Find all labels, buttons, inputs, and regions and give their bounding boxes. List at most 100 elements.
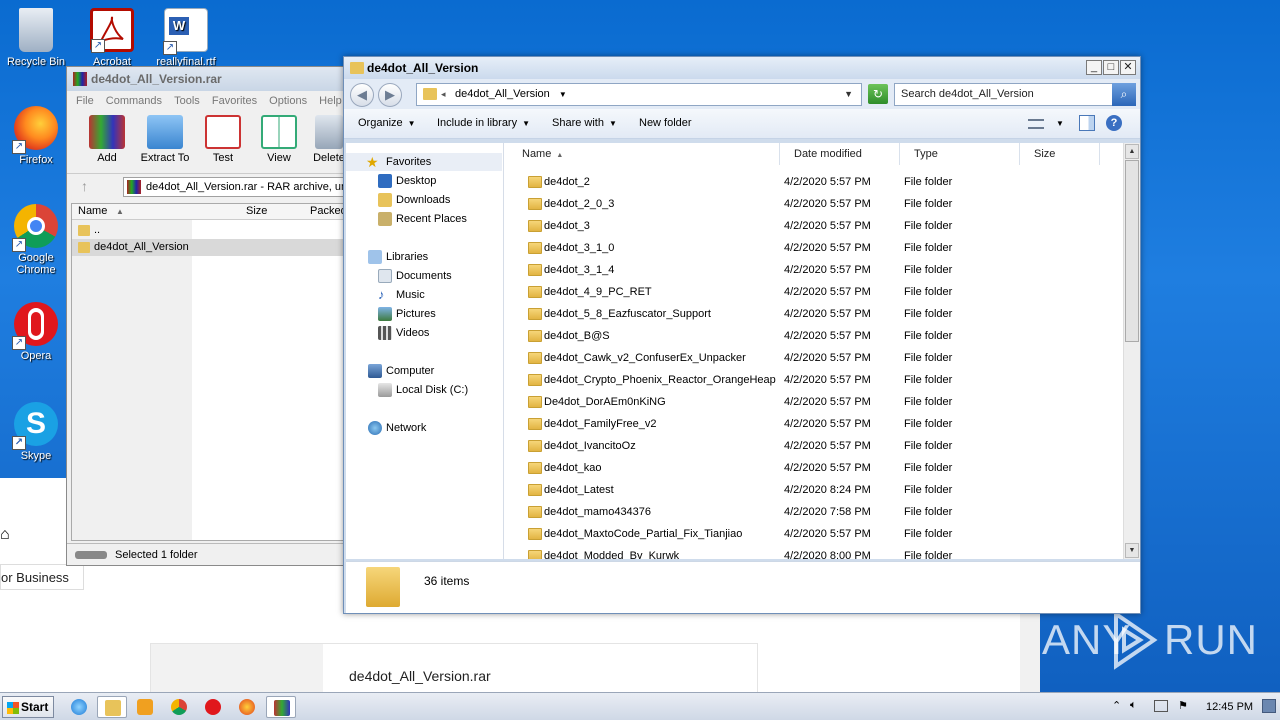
- scroll-down-arrow-icon[interactable]: ▼: [1125, 543, 1139, 558]
- column-header-type[interactable]: Type: [900, 143, 1020, 165]
- file-row[interactable]: de4dot_kao 4/2/2020 5:57 PM File folder: [522, 457, 1122, 479]
- taskbar-firefox[interactable]: [232, 696, 262, 718]
- file-row[interactable]: de4dot_2_0_3 4/2/2020 5:57 PM File folder: [522, 193, 1122, 215]
- file-row[interactable]: de4dot_MaxtoCode_Partial_Fix_Tianjiao 4/2…: [522, 523, 1122, 545]
- menu-help[interactable]: Help: [319, 91, 342, 111]
- menu-favorites[interactable]: Favorites: [212, 91, 257, 111]
- action-center-flag-icon[interactable]: ⚑: [1178, 699, 1188, 712]
- test-button[interactable]: Test: [195, 115, 251, 164]
- explorer-window[interactable]: de4dot_All_Version _ □ ✕ ◀ ▶ ◂ de4dot_All_…: [343, 56, 1141, 614]
- menu-tools[interactable]: Tools: [174, 91, 200, 111]
- nav-documents[interactable]: Documents: [378, 267, 452, 285]
- file-row[interactable]: de4dot_Latest 4/2/2020 8:24 PM File folder: [522, 479, 1122, 501]
- file-row[interactable]: de4dot_5_8_Eazfuscator_Support 4/2/2020 5…: [522, 303, 1122, 325]
- nav-network[interactable]: Network: [368, 419, 426, 437]
- chevron-right-icon[interactable]: ◂: [441, 84, 446, 105]
- nav-pictures[interactable]: Pictures: [378, 305, 436, 323]
- view-options-icon[interactable]: [1028, 119, 1044, 129]
- menu-options[interactable]: Options: [269, 91, 307, 111]
- nav-computer[interactable]: Computer: [368, 362, 434, 380]
- column-header-name[interactable]: Name ▲: [508, 143, 780, 165]
- nav-music[interactable]: ♪ Music: [378, 286, 425, 304]
- home-icon[interactable]: ⌂: [0, 526, 10, 544]
- taskbar-opera[interactable]: [198, 696, 228, 718]
- file-list-pane[interactable]: Name ▲ Date modified Type Size de4dot_2 4/…: [508, 143, 1140, 559]
- column-header-date[interactable]: Date modified: [780, 143, 900, 165]
- system-clock[interactable]: 12:45 PM: [1206, 701, 1253, 713]
- forward-button[interactable]: ▶: [378, 83, 402, 107]
- search-icon[interactable]: ⌕: [1112, 83, 1136, 106]
- taskbar-winrar[interactable]: [266, 696, 296, 718]
- file-row[interactable]: de4dot_3_1_0 4/2/2020 5:57 PM File folder: [522, 237, 1122, 259]
- refresh-button[interactable]: ↻: [868, 84, 888, 104]
- file-row[interactable]: de4dot_3 4/2/2020 5:57 PM File folder: [522, 215, 1122, 237]
- new-folder-button[interactable]: New folder: [639, 117, 692, 129]
- volume-icon[interactable]: 🔈︎: [1130, 699, 1137, 712]
- business-link[interactable]: or Business: [0, 564, 84, 590]
- show-desktop-button[interactable]: [1262, 699, 1276, 713]
- view-button[interactable]: View: [251, 115, 307, 164]
- desktop-icon-firefox[interactable]: ↗ Firefox: [0, 106, 72, 166]
- vertical-scrollbar[interactable]: ▲ ▼: [1123, 143, 1140, 559]
- help-icon[interactable]: ?: [1106, 115, 1122, 131]
- winrar-window[interactable]: de4dot_All_Version.rar File Commands Too…: [66, 66, 353, 566]
- tray-expand-icon[interactable]: ⌃: [1112, 699, 1121, 712]
- scroll-up-arrow-icon[interactable]: ▲: [1125, 144, 1139, 159]
- file-row[interactable]: de4dot_B@S 4/2/2020 5:57 PM File folder: [522, 325, 1122, 347]
- taskbar-media-player[interactable]: [130, 696, 160, 718]
- desktop-icon-document[interactable]: W ↗ reallyfinal.rtf: [150, 8, 222, 68]
- nav-favorites[interactable]: ★ Favorites: [346, 153, 502, 171]
- network-tray-icon[interactable]: [1154, 700, 1168, 712]
- taskbar-explorer[interactable]: [97, 696, 127, 718]
- col-size[interactable]: Size: [246, 205, 267, 217]
- address-field[interactable]: ◂ de4dot_All_Version ▼ ▼: [416, 83, 862, 106]
- up-arrow-icon[interactable]: ↑: [81, 178, 88, 194]
- search-input[interactable]: Search de4dot_All_Version ⌕: [894, 83, 1136, 106]
- share-with-button[interactable]: Share with ▼: [552, 117, 617, 129]
- menu-commands[interactable]: Commands: [106, 91, 162, 111]
- nav-libraries[interactable]: Libraries: [368, 248, 428, 266]
- file-row[interactable]: de4dot_2 4/2/2020 5:57 PM File folder: [522, 171, 1122, 193]
- col-name[interactable]: Name: [78, 205, 107, 217]
- nav-desktop[interactable]: Desktop: [378, 172, 436, 190]
- file-row[interactable]: de4dot_Cawk_v2_ConfuserEx_Unpacker 4/2/20…: [522, 347, 1122, 369]
- scrollbar-thumb[interactable]: [1125, 160, 1139, 342]
- maximize-button[interactable]: □: [1103, 60, 1119, 75]
- file-row[interactable]: De4dot_DorAEm0nKiNG 4/2/2020 5:57 PM File …: [522, 391, 1122, 413]
- desktop-icon-opera[interactable]: ↗ Opera: [0, 302, 72, 362]
- start-button[interactable]: Start: [2, 696, 54, 718]
- desktop-icon-recycle-bin[interactable]: Recycle Bin: [0, 8, 72, 68]
- nav-downloads[interactable]: Downloads: [378, 191, 450, 209]
- menu-file[interactable]: File: [76, 91, 94, 111]
- chevron-down-icon[interactable]: ▼: [559, 90, 567, 99]
- nav-recent-places[interactable]: Recent Places: [378, 210, 467, 228]
- organize-button[interactable]: Organize ▼: [358, 117, 416, 129]
- file-row[interactable]: de4dot_FamilyFree_v2 4/2/2020 5:57 PM File…: [522, 413, 1122, 435]
- nav-local-disk[interactable]: Local Disk (C:): [378, 381, 468, 399]
- file-row[interactable]: de4dot_Crypto_Phoenix_Reactor_OrangeHeap…: [522, 369, 1122, 391]
- winrar-file-list[interactable]: Name ▲ Size Packed .. de4dot_All_Version: [71, 203, 351, 541]
- add-button[interactable]: Add: [79, 115, 135, 164]
- desktop-icon-acrobat[interactable]: ↗ Acrobat: [76, 8, 148, 68]
- include-in-library-button[interactable]: Include in library ▼: [437, 117, 530, 129]
- minimize-button[interactable]: _: [1086, 60, 1102, 75]
- address-dropdown-icon[interactable]: ▼: [844, 84, 853, 105]
- col-packed[interactable]: Packed: [310, 205, 347, 217]
- winrar-titlebar[interactable]: de4dot_All_Version.rar: [67, 67, 349, 91]
- winrar-path-field[interactable]: de4dot_All_Version.rar - RAR archive, un…: [123, 177, 353, 197]
- file-row[interactable]: de4dot_Modded_By_Kurwk 4/2/2020 8:00 PM Fi…: [522, 545, 1122, 559]
- file-row[interactable]: de4dot_IvancitoOz 4/2/2020 5:57 PM File fo…: [522, 435, 1122, 457]
- preview-pane-icon[interactable]: [1079, 115, 1095, 131]
- file-row[interactable]: de4dot_3_1_4 4/2/2020 5:57 PM File folder: [522, 259, 1122, 281]
- view-dropdown-icon[interactable]: ▼: [1056, 119, 1064, 128]
- file-row[interactable]: de4dot_mamo434376 4/2/2020 7:58 PM File fo…: [522, 501, 1122, 523]
- file-row[interactable]: de4dot_4_9_PC_RET 4/2/2020 5:57 PM File fo…: [522, 281, 1122, 303]
- column-header-size[interactable]: Size: [1020, 143, 1100, 165]
- desktop-icon-chrome[interactable]: ↗ Google Chrome: [0, 204, 72, 276]
- desktop-icon-skype[interactable]: S ↗ Skype: [0, 402, 72, 462]
- winrar-row-parent[interactable]: ..: [72, 222, 350, 239]
- nav-videos[interactable]: Videos: [378, 324, 429, 342]
- explorer-titlebar[interactable]: de4dot_All_Version _ □ ✕: [344, 57, 1140, 79]
- close-button[interactable]: ✕: [1120, 60, 1136, 75]
- taskbar-chrome[interactable]: [164, 696, 194, 718]
